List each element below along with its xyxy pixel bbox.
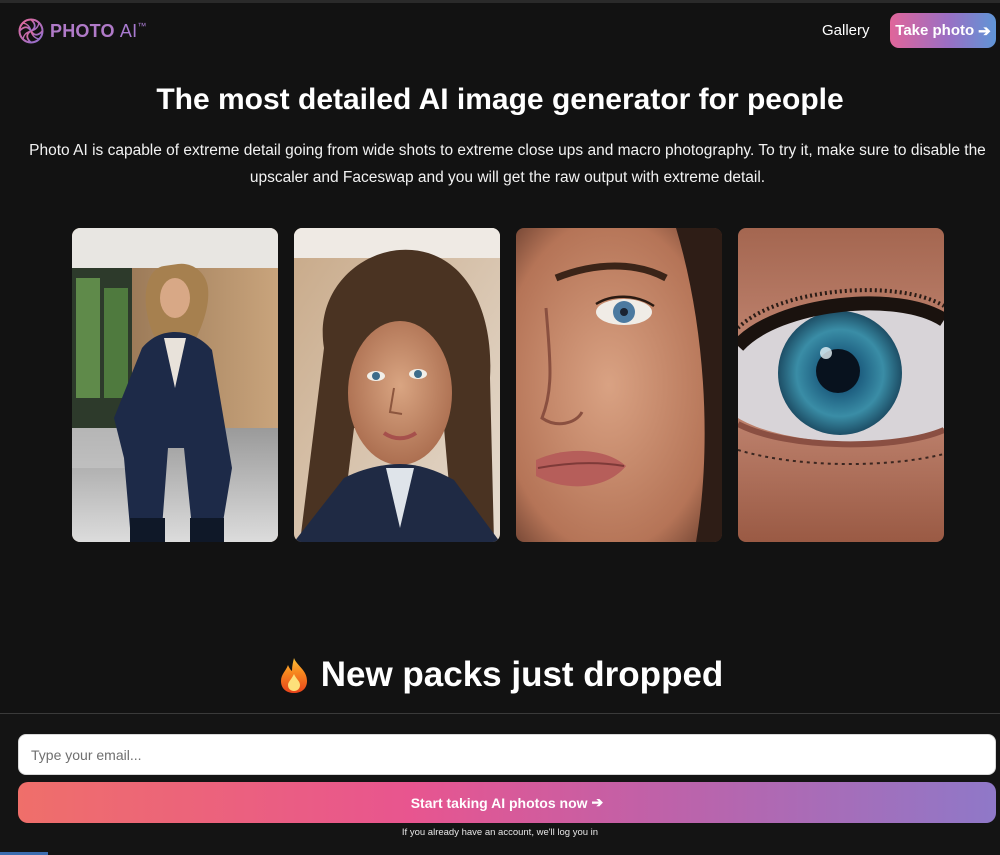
logo-text: PHOTO AI™ <box>50 21 147 42</box>
signup-bar: Start taking AI photos now ➔ If you alre… <box>0 713 1000 855</box>
email-input[interactable] <box>18 734 996 775</box>
page-title: The most detailed AI image generator for… <box>156 83 844 116</box>
woman-in-suit-full-body-photo-icon <box>72 228 278 542</box>
logo-word-photo: PHOTO <box>50 20 115 41</box>
hero-description: Photo AI is capable of extreme detail go… <box>29 142 986 186</box>
arrow-right-icon: ➔ <box>978 22 991 40</box>
logo-word-ai: AI <box>119 20 138 41</box>
nav-gallery-link[interactable]: Gallery <box>822 22 870 39</box>
logo[interactable]: PHOTO AI™ <box>18 16 147 46</box>
woman-portrait-photo-icon <box>294 228 500 542</box>
gallery-image-4[interactable] <box>738 228 944 542</box>
new-packs-title: New packs just dropped <box>320 655 724 694</box>
take-photo-label: Take photo <box>895 22 975 39</box>
fire-icon <box>280 658 307 693</box>
gallery-image-1[interactable] <box>72 228 278 542</box>
login-note: If you already have an account, we'll lo… <box>401 827 599 838</box>
logo-trademark: ™ <box>137 20 147 31</box>
header: PHOTO AI™ Gallery Take photo ➔ <box>0 13 1000 53</box>
example-gallery <box>72 228 944 542</box>
woman-face-close-up-photo-icon <box>516 228 722 542</box>
eye-macro-photo-icon <box>738 228 944 542</box>
arrow-right-icon: ➔ <box>591 794 604 810</box>
take-photo-button[interactable]: Take photo ➔ <box>890 13 996 48</box>
new-packs-heading: New packs just dropped <box>0 655 1000 695</box>
gallery-image-2[interactable] <box>294 228 500 542</box>
start-taking-photos-button[interactable]: Start taking AI photos now ➔ <box>18 782 996 823</box>
start-button-label: Start taking AI photos now <box>410 794 588 811</box>
page: PHOTO AI™ Gallery Take photo ➔ The most … <box>0 0 1000 855</box>
aperture-logo-icon <box>18 18 44 44</box>
gallery-image-3[interactable] <box>516 228 722 542</box>
